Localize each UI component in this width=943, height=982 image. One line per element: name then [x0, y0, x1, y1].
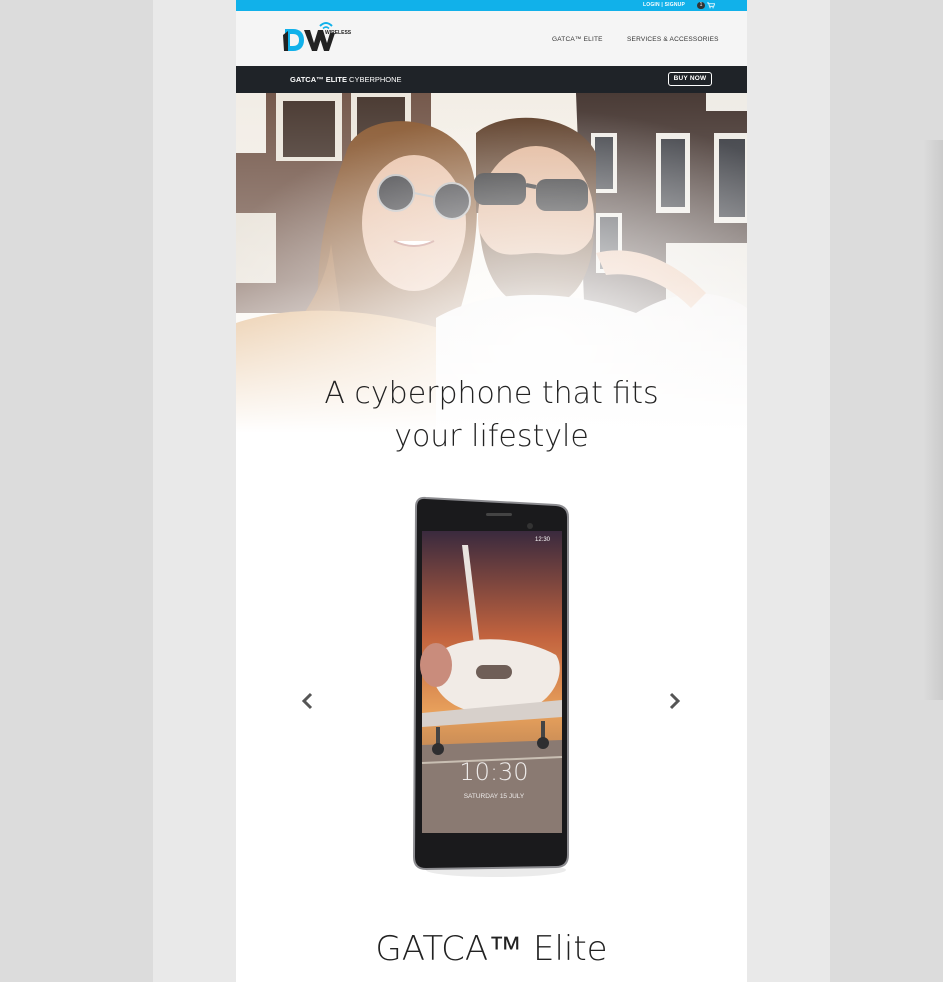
page-gutter-left [153, 0, 236, 982]
product-name-heading: GATCA™ Elite [375, 929, 608, 969]
chevron-right-icon[interactable] [666, 690, 682, 712]
status-time: 12:30 [535, 537, 551, 543]
lockscreen-date: SATURDAY 15 JULY [464, 793, 525, 800]
buy-now-button[interactable]: BUY NOW [668, 72, 712, 86]
cart-count-badge[interactable]: 1 [697, 2, 705, 9]
site-header: WIRELESS GATCA™ ELITE SERVICES & ACCESSO… [236, 11, 747, 66]
page: LOGIN | SIGNUP 1 WIRELESS GATCA™ ELITE S… [236, 0, 747, 982]
chevron-left-icon[interactable] [300, 690, 316, 712]
subnav-title-bold: GATCA™ ELITE [290, 75, 347, 84]
cart-icon[interactable] [707, 2, 715, 9]
hero-headline-line2: your lifestyle [394, 419, 589, 454]
hero-headline: A cyberphone that fits your lifestyle [236, 372, 747, 458]
background-left [0, 0, 153, 982]
svg-text:WIRELESS: WIRELESS [325, 30, 352, 36]
page-gutter-right [747, 0, 830, 982]
nav-services-accessories[interactable]: SERVICES & ACCESSORIES [627, 36, 719, 43]
background-right [830, 0, 943, 982]
hero-headline-line1: A cyberphone that fits [324, 376, 659, 411]
top-utility-bar: LOGIN | SIGNUP 1 [236, 0, 747, 11]
login-signup-link[interactable]: LOGIN | SIGNUP [643, 2, 685, 8]
nav-gatca-elite[interactable]: GATCA™ ELITE [552, 36, 603, 43]
phone-product-image: 12:30 10:30 SATURDAY 15 JULY [412, 496, 569, 877]
edge-shadow [923, 140, 943, 700]
dw-wireless-logo[interactable]: WIRELESS [282, 21, 354, 53]
lockscreen-time: 10:30 [459, 758, 528, 786]
product-subnav-bar: GATCA™ ELITE CYBERPHONE BUY NOW [236, 66, 747, 93]
product-subnav-title: GATCA™ ELITE CYBERPHONE [290, 75, 402, 84]
subnav-title-rest: CYBERPHONE [346, 75, 402, 84]
